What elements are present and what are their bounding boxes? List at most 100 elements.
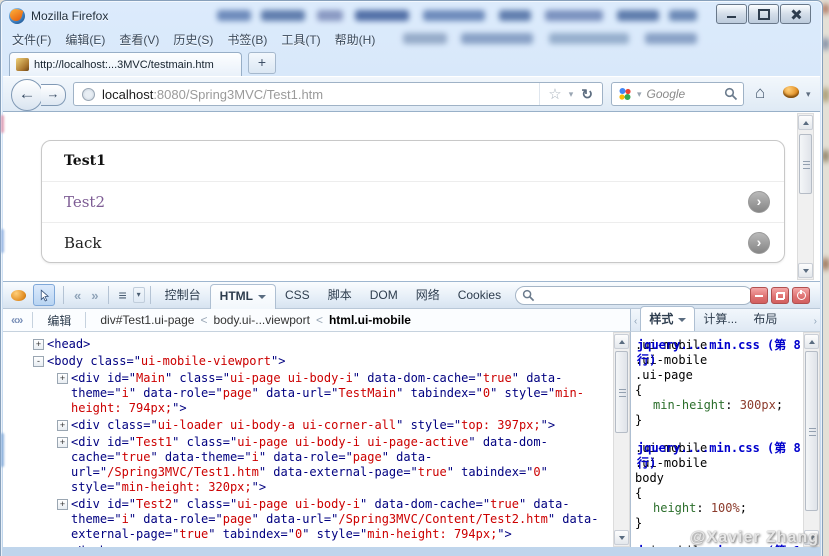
- scroll-down-arrow[interactable]: [614, 530, 629, 545]
- scroll-up-arrow[interactable]: [614, 334, 629, 349]
- search-input[interactable]: [645, 86, 724, 102]
- scroll-up-arrow[interactable]: [804, 334, 819, 349]
- expander-toggle[interactable]: +: [33, 339, 44, 350]
- history-back-icon[interactable]: «: [69, 288, 86, 303]
- expander-toggle[interactable]: +: [57, 499, 68, 510]
- menu-item-6[interactable]: 帮助(H): [328, 29, 383, 50]
- panel-list-icon[interactable]: ≡: [114, 287, 130, 303]
- restore-button[interactable]: [748, 4, 779, 24]
- firebug-menu-icon[interactable]: [11, 290, 26, 301]
- side-tab-计算...[interactable]: 计算...: [695, 307, 745, 331]
- list-item[interactable]: Test2›: [42, 182, 784, 223]
- minimize-button[interactable]: [716, 4, 747, 24]
- breadcrumb-separator: <: [196, 313, 211, 327]
- forward-button[interactable]: →: [41, 84, 66, 106]
- tabs-scroll-left-icon[interactable]: ‹: [631, 316, 640, 331]
- page-scrollbar[interactable]: [797, 113, 814, 280]
- menu-item-0[interactable]: 文件(F): [5, 29, 58, 50]
- chevron-right-icon[interactable]: ›: [748, 191, 770, 213]
- firebug-tab-html[interactable]: HTML: [210, 284, 276, 309]
- close-button[interactable]: [780, 4, 811, 24]
- firebug-tab-cookies[interactable]: Cookies: [449, 283, 510, 308]
- url-host: localhost: [102, 87, 153, 102]
- breadcrumb-item[interactable]: body.ui-...viewport: [211, 313, 312, 327]
- browser-tab[interactable]: http://localhost:...3MVC/testmain.htm: [9, 52, 242, 76]
- tag-markup: ">: [271, 354, 285, 368]
- html-tree-node[interactable]: +<div class="ui-loader ui-body-a ui-corn…: [3, 418, 614, 433]
- tree-scrollbar[interactable]: [613, 332, 630, 547]
- firebug-tab-控制台[interactable]: 控制台: [156, 281, 210, 309]
- home-button[interactable]: ⌂: [755, 83, 765, 103]
- css-selector[interactable]: .ui-page: [635, 368, 805, 383]
- side-tab-布局[interactable]: 布局: [745, 307, 785, 331]
- tabs-scroll-right-icon[interactable]: ›: [811, 316, 820, 331]
- scroll-down-arrow[interactable]: [798, 263, 813, 278]
- css-declaration[interactable]: min-height: 300px;: [635, 398, 805, 413]
- firebug-detach-button[interactable]: [771, 287, 789, 304]
- css-selector[interactable]: body: [635, 471, 805, 486]
- google-logo-icon[interactable]: [618, 87, 632, 101]
- reload-icon[interactable]: ↻: [576, 86, 598, 103]
- search-engine-dropdown-icon[interactable]: ▾: [634, 89, 645, 100]
- breadcrumb-item[interactable]: html.ui-mobile: [327, 313, 413, 327]
- chevron-right-icon[interactable]: ›: [748, 232, 770, 254]
- html-tree-node[interactable]: +<div id="Test1" class="ui-page ui-body-…: [3, 435, 614, 495]
- code-brackets-icon[interactable]: «»: [3, 313, 30, 327]
- scroll-thumb[interactable]: [615, 351, 628, 433]
- stylesheet-link[interactable]: jquery....min.css (第 8 行): [637, 441, 805, 471]
- expander-toggle[interactable]: +: [57, 420, 68, 431]
- tag-markup: " style=": [490, 386, 555, 400]
- bookmark-star-icon[interactable]: ☆: [544, 85, 565, 103]
- html-tree-node[interactable]: </body>: [3, 544, 614, 547]
- scroll-thumb[interactable]: [799, 134, 812, 194]
- tag-markup: " data-role=": [259, 450, 353, 464]
- menu-item-5[interactable]: 工具(T): [274, 29, 327, 50]
- side-tab-样式[interactable]: 样式: [640, 306, 695, 331]
- firebug-tab-网络[interactable]: 网络: [407, 281, 449, 309]
- toolbar-overflow-icon[interactable]: ▾: [806, 89, 811, 100]
- firebug-toolbar-icon[interactable]: [783, 86, 799, 98]
- stylesheet-link[interactable]: jquery....min.css (第 8 行): [637, 338, 805, 368]
- address-bar[interactable]: localhost :8080/Spring3MVC/Test1.htm ☆ ▾…: [73, 82, 603, 106]
- back-button[interactable]: ←: [11, 79, 43, 111]
- firebug-close-button[interactable]: [792, 287, 810, 304]
- edit-button[interactable]: 编辑: [35, 312, 83, 329]
- firebug-search-input[interactable]: [539, 289, 746, 303]
- style-scrollbar[interactable]: [803, 332, 820, 547]
- menu-item-1[interactable]: 编辑(E): [58, 29, 112, 50]
- expander-toggle[interactable]: +: [57, 437, 68, 448]
- firebug-tab-css[interactable]: CSS: [276, 283, 319, 308]
- html-tree-node[interactable]: +<head>: [3, 337, 614, 352]
- scroll-thumb[interactable]: [805, 351, 818, 511]
- firebug-search-box[interactable]: [515, 286, 753, 305]
- scroll-up-arrow[interactable]: [798, 115, 813, 130]
- menu-item-3[interactable]: 历史(S): [166, 29, 220, 50]
- breadcrumb-item[interactable]: div#Test1.ui-page: [98, 313, 196, 327]
- inspect-element-icon[interactable]: [33, 284, 55, 306]
- firebug-main: +<head> -<body class="ui-mobile-viewport"…: [3, 332, 820, 547]
- search-box[interactable]: ▾: [611, 82, 744, 106]
- menu-item-4[interactable]: 书签(B): [220, 29, 274, 50]
- site-identity-globe-icon[interactable]: [82, 88, 95, 101]
- menu-item-2[interactable]: 查看(V): [112, 29, 166, 50]
- new-tab-button[interactable]: +: [248, 52, 276, 74]
- panel-options-caret-icon[interactable]: ▾: [133, 287, 145, 303]
- tag-markup: " tabindex=": [208, 527, 295, 541]
- history-forward-icon[interactable]: »: [86, 288, 103, 303]
- tab-caret-icon: [258, 295, 266, 299]
- html-tree-node[interactable]: -<body class="ui-mobile-viewport">: [3, 354, 614, 369]
- firebug-tab-dom[interactable]: DOM: [361, 283, 407, 308]
- firebug-tab-脚本[interactable]: 脚本: [319, 281, 361, 309]
- expander-toggle[interactable]: +: [57, 373, 68, 384]
- urlbar-dropdown-icon[interactable]: ▾: [566, 89, 577, 100]
- expander-toggle[interactable]: -: [33, 356, 44, 367]
- censored-blur: [822, 88, 829, 102]
- list-item[interactable]: Back›: [42, 223, 784, 263]
- attr-value: true: [418, 465, 447, 479]
- html-tree-node[interactable]: +<div id="Test2" class="ui-page ui-body-…: [3, 497, 614, 542]
- html-tree-node[interactable]: +<div id="Main" class="ui-page ui-body-i…: [3, 371, 614, 416]
- search-magnifier-icon[interactable]: [724, 87, 738, 101]
- title-bar[interactable]: Mozilla Firefox: [5, 4, 817, 27]
- css-declaration[interactable]: height: 100%;: [635, 501, 805, 516]
- firebug-minimize-button[interactable]: [750, 287, 768, 304]
